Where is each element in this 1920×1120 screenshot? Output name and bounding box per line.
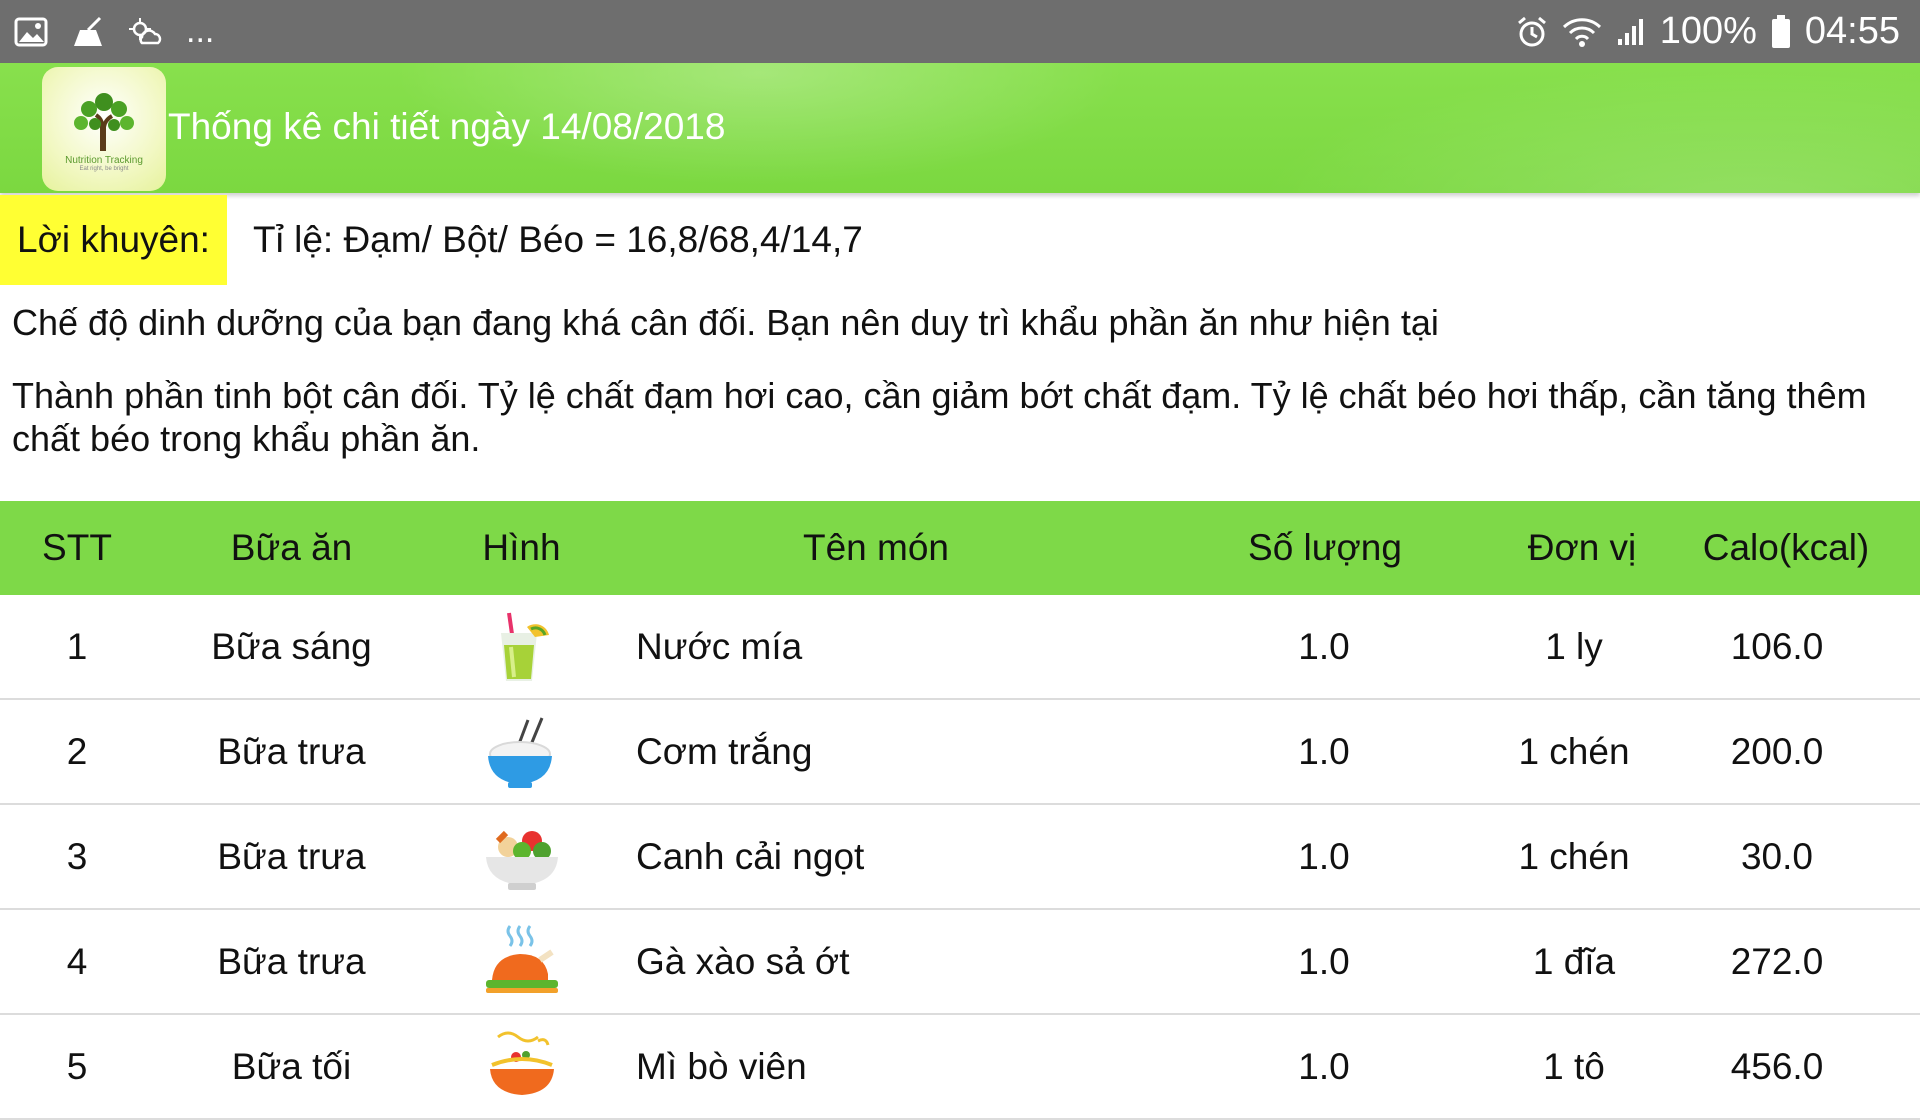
cell-name: Mì bò viên: [636, 1045, 807, 1087]
cell-unit: 1 chén: [1518, 835, 1630, 877]
status-bar: ... 100% 04:55: [0, 0, 1920, 63]
cell-qty: 1.0: [1298, 835, 1350, 877]
cell-image: [429, 607, 614, 687]
cell-meal: Bữa sáng: [211, 625, 372, 667]
cell-cal: 106.0: [1730, 625, 1824, 667]
table-row[interactable]: 2 Bữa trưa Cơm trắng 1.0 1 chén 200.0: [0, 700, 1920, 805]
wifi-icon: [1562, 16, 1602, 48]
cell-unit: 1 đĩa: [1532, 940, 1616, 982]
cell-meal: Bữa trưa: [217, 730, 366, 772]
cell-stt: 3: [66, 835, 88, 877]
alarm-icon: [1516, 16, 1548, 48]
juice-glass-icon: [500, 612, 549, 681]
header-meal: Bữa ăn: [230, 527, 353, 568]
cell-stt: 5: [66, 1045, 88, 1087]
table-row[interactable]: 3 Bữa trưa Canh cải ngọt 1.0 1 chén 30.0: [0, 805, 1920, 910]
table-row[interactable]: 4 Bữa trưa Gà xào sả ớt 1.0 1 đĩa 272.0: [0, 910, 1920, 1015]
advice-text-1: Chế độ dinh dưỡng của bạn đang khá cân đ…: [12, 302, 1439, 343]
table-row[interactable]: 1 Bữa sáng Nước mía 1.0 1 ly 106.0: [0, 595, 1920, 700]
app-logo: Nutrition Tracking Eat right, be bright: [42, 67, 166, 191]
page-title: Thống kê chi tiết ngày 14/08/2018: [168, 106, 726, 147]
rice-bowl-icon: [487, 716, 552, 788]
more-notifications: ...: [186, 12, 215, 50]
salad-bowl-icon: [485, 830, 558, 890]
signal-icon: [1616, 17, 1646, 47]
cell-meal: Bữa trưa: [217, 940, 366, 982]
weather-icon: [128, 17, 164, 47]
cell-name: Canh cải ngọt: [636, 835, 865, 877]
cleaner-icon: [70, 16, 106, 48]
cell-image: [429, 922, 614, 1002]
cell-unit: 1 chén: [1518, 730, 1630, 772]
cell-cal: 272.0: [1730, 940, 1824, 982]
header-unit: Đơn vị: [1527, 527, 1637, 568]
cell-qty: 1.0: [1298, 730, 1350, 772]
advice-text-2: Thành phần tinh bột cân đối. Tỷ lệ chất …: [12, 375, 1867, 459]
cell-name: Cơm trắng: [636, 730, 813, 772]
header-qty: Số lượng: [1248, 527, 1402, 568]
meal-table: STT Bữa ăn Hình Tên món Số lượng Đơn vị …: [0, 501, 1920, 1120]
cell-qty: 1.0: [1298, 625, 1350, 667]
logo-subtext: Eat right, be bright: [79, 165, 129, 172]
advice-label: Lời khuyên:: [0, 195, 227, 285]
table-row[interactable]: 5 Bữa tối Mì bò viên 1.0 1 tô 456.0: [0, 1015, 1920, 1120]
clock: 04:55: [1804, 10, 1900, 52]
cell-name: Gà xào sả ớt: [636, 940, 850, 982]
status-right: 100% 04:55: [1516, 10, 1920, 53]
cell-cal: 456.0: [1730, 1045, 1824, 1087]
advice-row: Lời khuyên: Tỉ lệ: Đạm/ Bột/ Béo = 16,8/…: [0, 195, 1920, 285]
noodle-bowl-icon: [489, 1031, 554, 1095]
cell-qty: 1.0: [1298, 1045, 1350, 1087]
battery-icon: [1771, 14, 1791, 49]
cell-name: Nước mía: [636, 625, 803, 667]
app-header: Nutrition Tracking Eat right, be bright …: [0, 63, 1920, 193]
image-notification-icon: [14, 17, 48, 47]
cell-stt: 4: [66, 940, 88, 982]
cell-qty: 1.0: [1298, 940, 1350, 982]
battery-percent: 100%: [1659, 10, 1757, 52]
cell-image: [429, 817, 614, 897]
tree-icon: [74, 92, 134, 151]
roast-chicken-icon: [485, 924, 558, 993]
cell-stt: 2: [66, 730, 88, 772]
cell-meal: Bữa tối: [231, 1045, 352, 1087]
cell-unit: 1 ly: [1545, 625, 1603, 667]
header-name: Tên món: [802, 527, 949, 568]
cell-stt: 1: [66, 625, 88, 667]
header-cal: Calo(kcal): [1702, 527, 1870, 568]
header-stt: STT: [42, 527, 112, 568]
cell-cal: 30.0: [1740, 835, 1813, 877]
cell-image: [429, 712, 614, 792]
logo-text: Nutrition Tracking: [65, 154, 143, 166]
nutrient-ratio: Tỉ lệ: Đạm/ Bột/ Béo = 16,8/68,4/14,7: [253, 219, 863, 260]
header-image: Hình: [482, 527, 561, 568]
cell-unit: 1 tô: [1543, 1045, 1605, 1087]
status-left: ...: [0, 12, 214, 51]
cell-cal: 200.0: [1730, 730, 1824, 772]
table-header: STT Bữa ăn Hình Tên món Số lượng Đơn vị …: [0, 501, 1920, 595]
cell-image: [429, 1027, 614, 1107]
cell-meal: Bữa trưa: [217, 835, 366, 877]
